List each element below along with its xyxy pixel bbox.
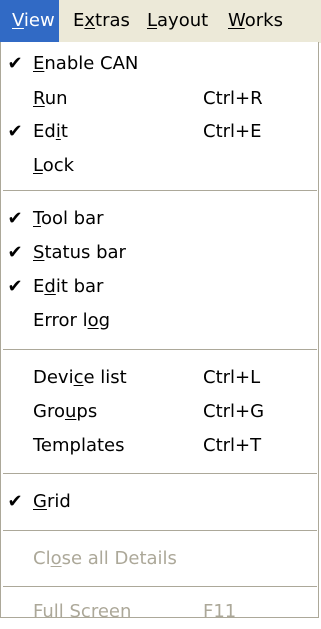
menu-item-shortcut: Ctrl+E [203, 121, 262, 142]
menu-item-label: Full Screen [33, 601, 132, 622]
menu-item-groups[interactable]: Groups Ctrl+G [1, 395, 318, 429]
checkmark-icon: ✔ [7, 208, 23, 229]
checkmark-icon [7, 82, 23, 116]
menu-item-label: Device list [33, 367, 127, 388]
menu-item-tool-bar[interactable]: ✔ Tool bar [1, 202, 318, 236]
menu-item-templates[interactable]: Templates Ctrl+T [1, 429, 318, 463]
menu-item-shortcut: F11 [203, 601, 237, 622]
menu-item-full-screen: Full Screen F11 [1, 595, 318, 629]
menu-item-label: Lock [33, 155, 75, 176]
checkmark-icon: ✔ [7, 121, 23, 142]
menu-separator [3, 473, 317, 474]
checkmark-icon [7, 542, 23, 576]
checkmark-icon [7, 361, 23, 395]
menu-works[interactable]: Works [222, 0, 283, 42]
menu-item-error-log[interactable]: Error log [1, 304, 318, 338]
menu-separator [3, 190, 317, 191]
menu-item-label: Edit [33, 121, 68, 142]
checkmark-icon: ✔ [7, 491, 23, 512]
menu-works-label-accesskey: W [228, 10, 245, 31]
menu-separator [3, 530, 317, 531]
menu-item-label: Close all Details [33, 548, 177, 569]
menu-bar: View Extras Layout Works [0, 0, 321, 43]
menu-extras-label-accesskey: x [84, 10, 96, 31]
checkmark-icon [7, 595, 23, 629]
menu-item-shortcut: Ctrl+L [203, 367, 261, 388]
checkmark-icon [7, 149, 23, 183]
menu-extras[interactable]: Extras [59, 0, 137, 42]
menu-layout[interactable]: Layout [137, 0, 222, 42]
menu-item-close-all-details: Close all Details [1, 542, 318, 576]
menu-item-label: Groups [33, 401, 98, 422]
menu-item-label: Edit bar [33, 276, 104, 297]
menu-item-label: Run [33, 88, 68, 109]
menu-separator [3, 349, 317, 350]
checkmark-icon [7, 429, 23, 463]
menu-item-label: Enable CAN [33, 53, 139, 74]
menu-item-enable-can[interactable]: ✔ Enable CAN [1, 47, 318, 81]
checkmark-icon [7, 395, 23, 429]
checkmark-icon: ✔ [7, 276, 23, 297]
menu-item-edit-bar[interactable]: ✔ Edit bar [1, 270, 318, 304]
menu-item-label: Error log [33, 310, 111, 331]
menu-separator [3, 586, 317, 587]
checkmark-icon [7, 304, 23, 338]
menu-layout-label-accesskey: L [147, 10, 158, 31]
menu-item-status-bar[interactable]: ✔ Status bar [1, 236, 318, 270]
menu-item-label: Status bar [33, 242, 126, 263]
menu-item-label: Templates [33, 435, 125, 456]
menu-view-label-post: iew [23, 10, 55, 31]
menu-view[interactable]: View [0, 0, 59, 42]
checkmark-icon: ✔ [7, 53, 23, 74]
menu-extras-label-pre: E [73, 10, 85, 31]
view-dropdown-menu: ✔ Enable CAN Run Ctrl+R ✔ Edit Ctrl+E Lo… [0, 42, 319, 622]
menu-item-grid[interactable]: ✔ Grid [1, 485, 318, 519]
menu-item-shortcut: Ctrl+R [203, 88, 263, 109]
menu-item-run[interactable]: Run Ctrl+R [1, 82, 318, 116]
checkmark-icon: ✔ [7, 242, 23, 263]
menu-extras-label-post: tras [95, 10, 130, 31]
menu-item-label: Grid [33, 491, 71, 512]
menu-layout-label-post: ayout [157, 10, 209, 31]
menu-item-shortcut: Ctrl+G [203, 401, 265, 422]
menu-item-device-list[interactable]: Device list Ctrl+L [1, 361, 318, 395]
menu-view-label-accesskey: V [12, 10, 24, 31]
menu-item-lock[interactable]: Lock [1, 149, 318, 183]
menu-item-shortcut: Ctrl+T [203, 435, 262, 456]
menu-works-label-post: orks [244, 10, 283, 31]
menu-item-edit[interactable]: ✔ Edit Ctrl+E [1, 115, 318, 149]
menu-item-label: Tool bar [33, 208, 104, 229]
